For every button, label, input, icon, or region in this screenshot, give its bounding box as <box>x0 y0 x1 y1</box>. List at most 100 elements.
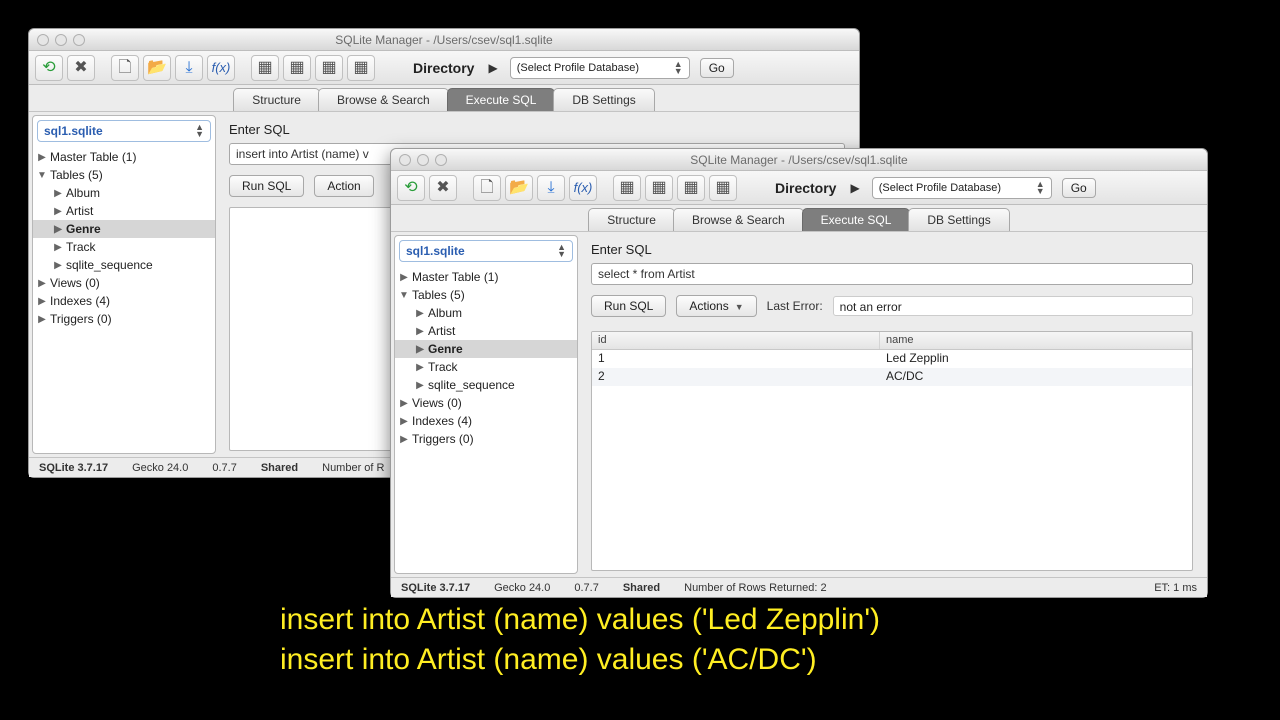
enter-sql-label: Enter SQL <box>229 122 845 137</box>
refresh-button[interactable]: ⟲ <box>397 175 425 201</box>
table-add-button[interactable]: ▦ <box>677 175 705 201</box>
table-button[interactable]: ▦ <box>613 175 641 201</box>
table-button[interactable]: ▦ <box>251 55 279 81</box>
database-select-value: sql1.sqlite <box>44 124 103 138</box>
sidebar: sql1.sqlite ▲▼ ▶Master Table (1) ▼Tables… <box>32 115 216 454</box>
enter-sql-label: Enter SQL <box>591 242 1193 257</box>
tree-views[interactable]: ▶Views (0) <box>33 274 215 292</box>
table-add-button[interactable]: ▦ <box>315 55 343 81</box>
directory-label: Directory <box>775 180 836 196</box>
table-delete-button[interactable]: ▦ <box>645 175 673 201</box>
tab-execute-sql[interactable]: Execute SQL <box>802 208 911 231</box>
fx-button[interactable]: f(x) <box>569 175 597 201</box>
table-remove-button[interactable]: ▦ <box>347 55 375 81</box>
window-title: SQLite Manager - /Users/csev/sql1.sqlite <box>391 153 1207 167</box>
tab-browse[interactable]: Browse & Search <box>673 208 804 231</box>
last-error-value: not an error <box>833 296 1193 316</box>
play-icon[interactable]: ▶ <box>488 61 497 75</box>
tree-triggers[interactable]: ▶Triggers (0) <box>395 430 577 448</box>
results-table[interactable]: id name 1 Led Zepplin 2 AC/DC <box>591 331 1193 571</box>
main-panel: Enter SQL select * from Artist Run SQL A… <box>581 232 1207 577</box>
play-icon[interactable]: ▶ <box>850 181 859 195</box>
tree: ▶Master Table (1) ▼Tables (5) ▶Album ▶Ar… <box>33 146 215 453</box>
database-select[interactable]: sql1.sqlite ▲▼ <box>399 240 573 262</box>
status-version: 0.7.7 <box>212 462 236 474</box>
tree-artist[interactable]: ▶Artist <box>395 322 577 340</box>
database-select[interactable]: sql1.sqlite ▲▼ <box>37 120 211 142</box>
statusbar: SQLite 3.7.17 Gecko 24.0 0.7.7 Shared Nu… <box>391 577 1207 597</box>
tree-track[interactable]: ▶Track <box>33 238 215 256</box>
profile-select-value: (Select Profile Database) <box>879 182 1001 194</box>
status-sqlite: SQLite 3.7.17 <box>39 462 108 474</box>
new-file-button[interactable]: 🗋 <box>473 175 501 201</box>
sql-input[interactable]: select * from Artist <box>591 263 1193 285</box>
tree-album[interactable]: ▶Album <box>395 304 577 322</box>
tree-tables[interactable]: ▼Tables (5) <box>33 166 215 184</box>
toolbar: ⟲ ✖ 🗋 📂 ⤓ f(x) ▦ ▦ ▦ ▦ Directory ▶ (Sele… <box>391 171 1207 205</box>
profile-select[interactable]: (Select Profile Database) ▲▼ <box>510 57 690 79</box>
status-gecko: Gecko 24.0 <box>494 582 550 594</box>
chevron-updown-icon: ▲▼ <box>557 244 566 258</box>
tab-structure[interactable]: Structure <box>233 88 320 111</box>
minimize-icon[interactable] <box>417 154 429 166</box>
refresh-button[interactable]: ⟲ <box>35 55 63 81</box>
tree-master[interactable]: ▶Master Table (1) <box>33 148 215 166</box>
actions-button[interactable]: Action <box>314 175 373 197</box>
open-file-button[interactable]: 📂 <box>505 175 533 201</box>
titlebar[interactable]: SQLite Manager - /Users/csev/sql1.sqlite <box>29 29 859 51</box>
run-sql-button[interactable]: Run SQL <box>591 295 666 317</box>
table-row[interactable]: 1 Led Zepplin <box>592 350 1192 368</box>
table-row[interactable]: 2 AC/DC <box>592 368 1192 386</box>
col-name[interactable]: name <box>880 332 1192 349</box>
go-button[interactable]: Go <box>1062 178 1096 198</box>
titlebar[interactable]: SQLite Manager - /Users/csev/sql1.sqlite <box>391 149 1207 171</box>
new-file-button[interactable]: 🗋 <box>111 55 139 81</box>
tree-sqlite-sequence[interactable]: ▶sqlite_sequence <box>33 256 215 274</box>
tab-browse[interactable]: Browse & Search <box>318 88 449 111</box>
tab-structure[interactable]: Structure <box>588 208 675 231</box>
tree-indexes[interactable]: ▶Indexes (4) <box>33 292 215 310</box>
tabbar: Structure Browse & Search Execute SQL DB… <box>391 205 1207 231</box>
col-id[interactable]: id <box>592 332 880 349</box>
tree-triggers[interactable]: ▶Triggers (0) <box>33 310 215 328</box>
profile-select-value: (Select Profile Database) <box>517 62 639 74</box>
close-icon[interactable] <box>399 154 411 166</box>
tree-tables[interactable]: ▼Tables (5) <box>395 286 577 304</box>
go-button[interactable]: Go <box>700 58 734 78</box>
status-version: 0.7.7 <box>574 582 598 594</box>
zoom-icon[interactable] <box>73 34 85 46</box>
tree-master[interactable]: ▶Master Table (1) <box>395 268 577 286</box>
tree-genre[interactable]: ▶Genre <box>395 340 577 358</box>
settings-button[interactable]: ✖ <box>429 175 457 201</box>
tree-views[interactable]: ▶Views (0) <box>395 394 577 412</box>
zoom-icon[interactable] <box>435 154 447 166</box>
status-shared: Shared <box>623 582 660 594</box>
window-title: SQLite Manager - /Users/csev/sql1.sqlite <box>29 33 859 47</box>
actions-button[interactable]: Actions▼ <box>676 295 756 317</box>
directory-label: Directory <box>413 60 474 76</box>
chevron-down-icon: ▼ <box>735 302 744 312</box>
run-sql-button[interactable]: Run SQL <box>229 175 304 197</box>
tree-genre[interactable]: ▶Genre <box>33 220 215 238</box>
tree-album[interactable]: ▶Album <box>33 184 215 202</box>
tab-db-settings[interactable]: DB Settings <box>553 88 654 111</box>
tree-artist[interactable]: ▶Artist <box>33 202 215 220</box>
fx-button[interactable]: f(x) <box>207 55 235 81</box>
profile-select[interactable]: (Select Profile Database) ▲▼ <box>872 177 1052 199</box>
open-file-button[interactable]: 📂 <box>143 55 171 81</box>
tree-sqlite-sequence[interactable]: ▶sqlite_sequence <box>395 376 577 394</box>
close-icon[interactable] <box>37 34 49 46</box>
tree-track[interactable]: ▶Track <box>395 358 577 376</box>
last-error-label: Last Error: <box>767 299 823 313</box>
tabbar: Structure Browse & Search Execute SQL DB… <box>29 85 859 111</box>
import-button[interactable]: ⤓ <box>537 175 565 201</box>
tree-indexes[interactable]: ▶Indexes (4) <box>395 412 577 430</box>
tab-execute-sql[interactable]: Execute SQL <box>447 88 556 111</box>
table-remove-button[interactable]: ▦ <box>709 175 737 201</box>
import-button[interactable]: ⤓ <box>175 55 203 81</box>
settings-button[interactable]: ✖ <box>67 55 95 81</box>
table-delete-button[interactable]: ▦ <box>283 55 311 81</box>
tab-db-settings[interactable]: DB Settings <box>908 208 1009 231</box>
status-rows: Number of R <box>322 462 384 474</box>
minimize-icon[interactable] <box>55 34 67 46</box>
